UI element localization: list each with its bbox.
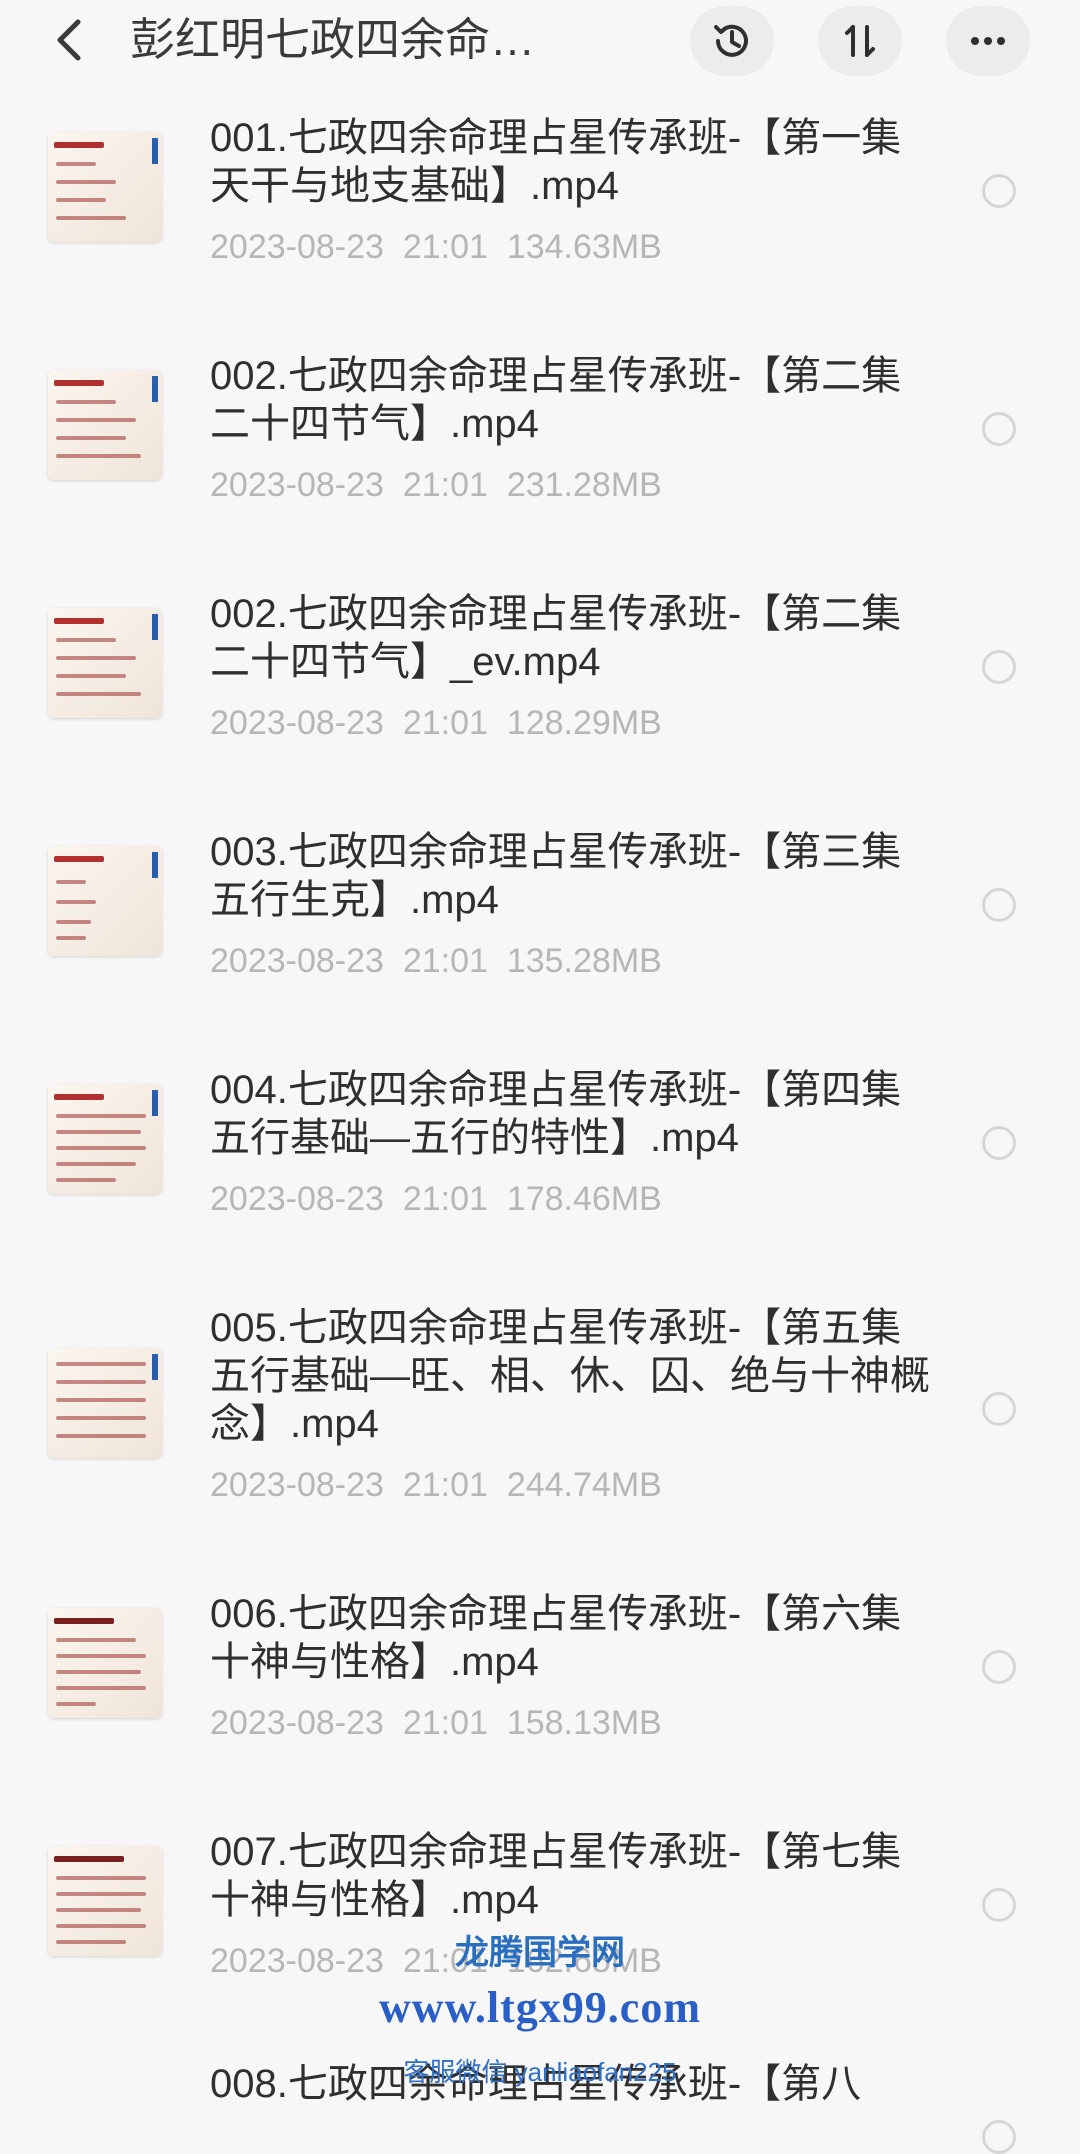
- file-size: 158.13MB: [506, 1704, 662, 1742]
- file-name: 002.七政四余命理占星传承班-【第二集 二十四节气】_ev.mp4: [210, 592, 902, 684]
- file-name: 004.七政四余命理占星传承班-【第四集 五行基础—五行的特性】.mp4: [210, 1068, 902, 1160]
- file-name: 008.七政四余命理占星传承班-【第八: [210, 2062, 862, 2106]
- file-date: 2023-08-23: [210, 228, 384, 266]
- file-size: 162.65MB: [506, 1942, 662, 1980]
- file-time: 21:01: [402, 1942, 488, 1980]
- file-meta: 2023-08-23 21:01 128.29MB: [210, 704, 662, 743]
- file-name: 005.七政四余命理占星传承班-【第五集 五行基础—旺、相、休、囚、绝与十神概念…: [210, 1306, 930, 1446]
- video-thumbnail: [48, 1084, 162, 1194]
- file-time: 21:01: [402, 466, 488, 504]
- video-thumbnail: [48, 1846, 162, 1956]
- back-button[interactable]: [48, 16, 96, 64]
- select-radio[interactable]: [982, 1888, 1016, 1922]
- file-time: 21:01: [402, 1466, 488, 1504]
- file-meta: 2023-08-23 21:01 178.46MB: [210, 1180, 662, 1219]
- file-size: 244.74MB: [506, 1466, 662, 1504]
- video-thumbnail: [48, 370, 162, 480]
- video-thumbnail: [48, 1608, 162, 1718]
- file-name: 001.七政四余命理占星传承班-【第一集 天干与地支基础】.mp4: [210, 116, 902, 208]
- file-name: 003.七政四余命理占星传承班-【第三集 五行生克】.mp4: [210, 830, 902, 922]
- select-radio[interactable]: [982, 650, 1016, 684]
- watermark-url: www.ltgx99.com: [379, 1983, 701, 2032]
- select-radio[interactable]: [982, 2120, 1016, 2154]
- select-radio[interactable]: [982, 1650, 1016, 1684]
- video-thumbnail: [48, 132, 162, 242]
- file-size: 134.63MB: [506, 228, 662, 266]
- select-radio[interactable]: [982, 1392, 1016, 1426]
- file-size: 135.28MB: [506, 942, 662, 980]
- file-meta: 2023-08-23 21:01 162.65MB: [210, 1942, 662, 1981]
- file-date: 2023-08-23: [210, 1704, 384, 1742]
- chevron-left-icon: [57, 19, 81, 61]
- file-time: 21:01: [402, 228, 488, 266]
- sort-button[interactable]: [818, 6, 902, 76]
- file-date: 2023-08-23: [210, 466, 384, 504]
- file-meta: 2023-08-23 21:01 231.28MB: [210, 466, 662, 505]
- file-size: 178.46MB: [506, 1180, 662, 1218]
- file-name: 006.七政四余命理占星传承班-【第六集 十神与性格】.mp4: [210, 1592, 902, 1684]
- select-radio[interactable]: [982, 888, 1016, 922]
- select-radio[interactable]: [982, 412, 1016, 446]
- file-time: 21:01: [402, 704, 488, 742]
- select-radio[interactable]: [982, 1126, 1016, 1160]
- file-date: 2023-08-23: [210, 704, 384, 742]
- file-time: 21:01: [402, 1704, 488, 1742]
- page-title: 彭红明七政四余命…: [130, 14, 536, 65]
- file-meta: 2023-08-23 21:01 134.63MB: [210, 228, 662, 267]
- file-date: 2023-08-23: [210, 1180, 384, 1218]
- file-date: 2023-08-23: [210, 942, 384, 980]
- video-thumbnail: [48, 1348, 162, 1458]
- file-meta: 2023-08-23 21:01 244.74MB: [210, 1466, 662, 1505]
- file-meta: 2023-08-23 21:01 135.28MB: [210, 942, 662, 981]
- top-bar: 彭红明七政四余命…: [0, 0, 1080, 82]
- video-thumbnail: [48, 608, 162, 718]
- sort-arrows-icon: [845, 25, 875, 57]
- more-button[interactable]: [946, 6, 1030, 76]
- file-name: 002.七政四余命理占星传承班-【第二集 二十四节气】.mp4: [210, 354, 902, 446]
- video-thumbnail: [48, 846, 162, 956]
- history-button[interactable]: [690, 6, 774, 76]
- file-size: 128.29MB: [506, 704, 662, 742]
- file-date: 2023-08-23: [210, 1942, 384, 1980]
- file-date: 2023-08-23: [210, 1466, 384, 1504]
- file-meta: 2023-08-23 21:01 158.13MB: [210, 1704, 662, 1743]
- file-name: 007.七政四余命理占星传承班-【第七集 十神与性格】.mp4: [210, 1830, 902, 1922]
- file-time: 21:01: [402, 942, 488, 980]
- more-dots-icon: [971, 37, 1005, 45]
- history-clock-icon: [714, 24, 748, 57]
- file-size: 231.28MB: [506, 466, 662, 504]
- file-time: 21:01: [402, 1180, 488, 1218]
- select-radio[interactable]: [982, 174, 1016, 208]
